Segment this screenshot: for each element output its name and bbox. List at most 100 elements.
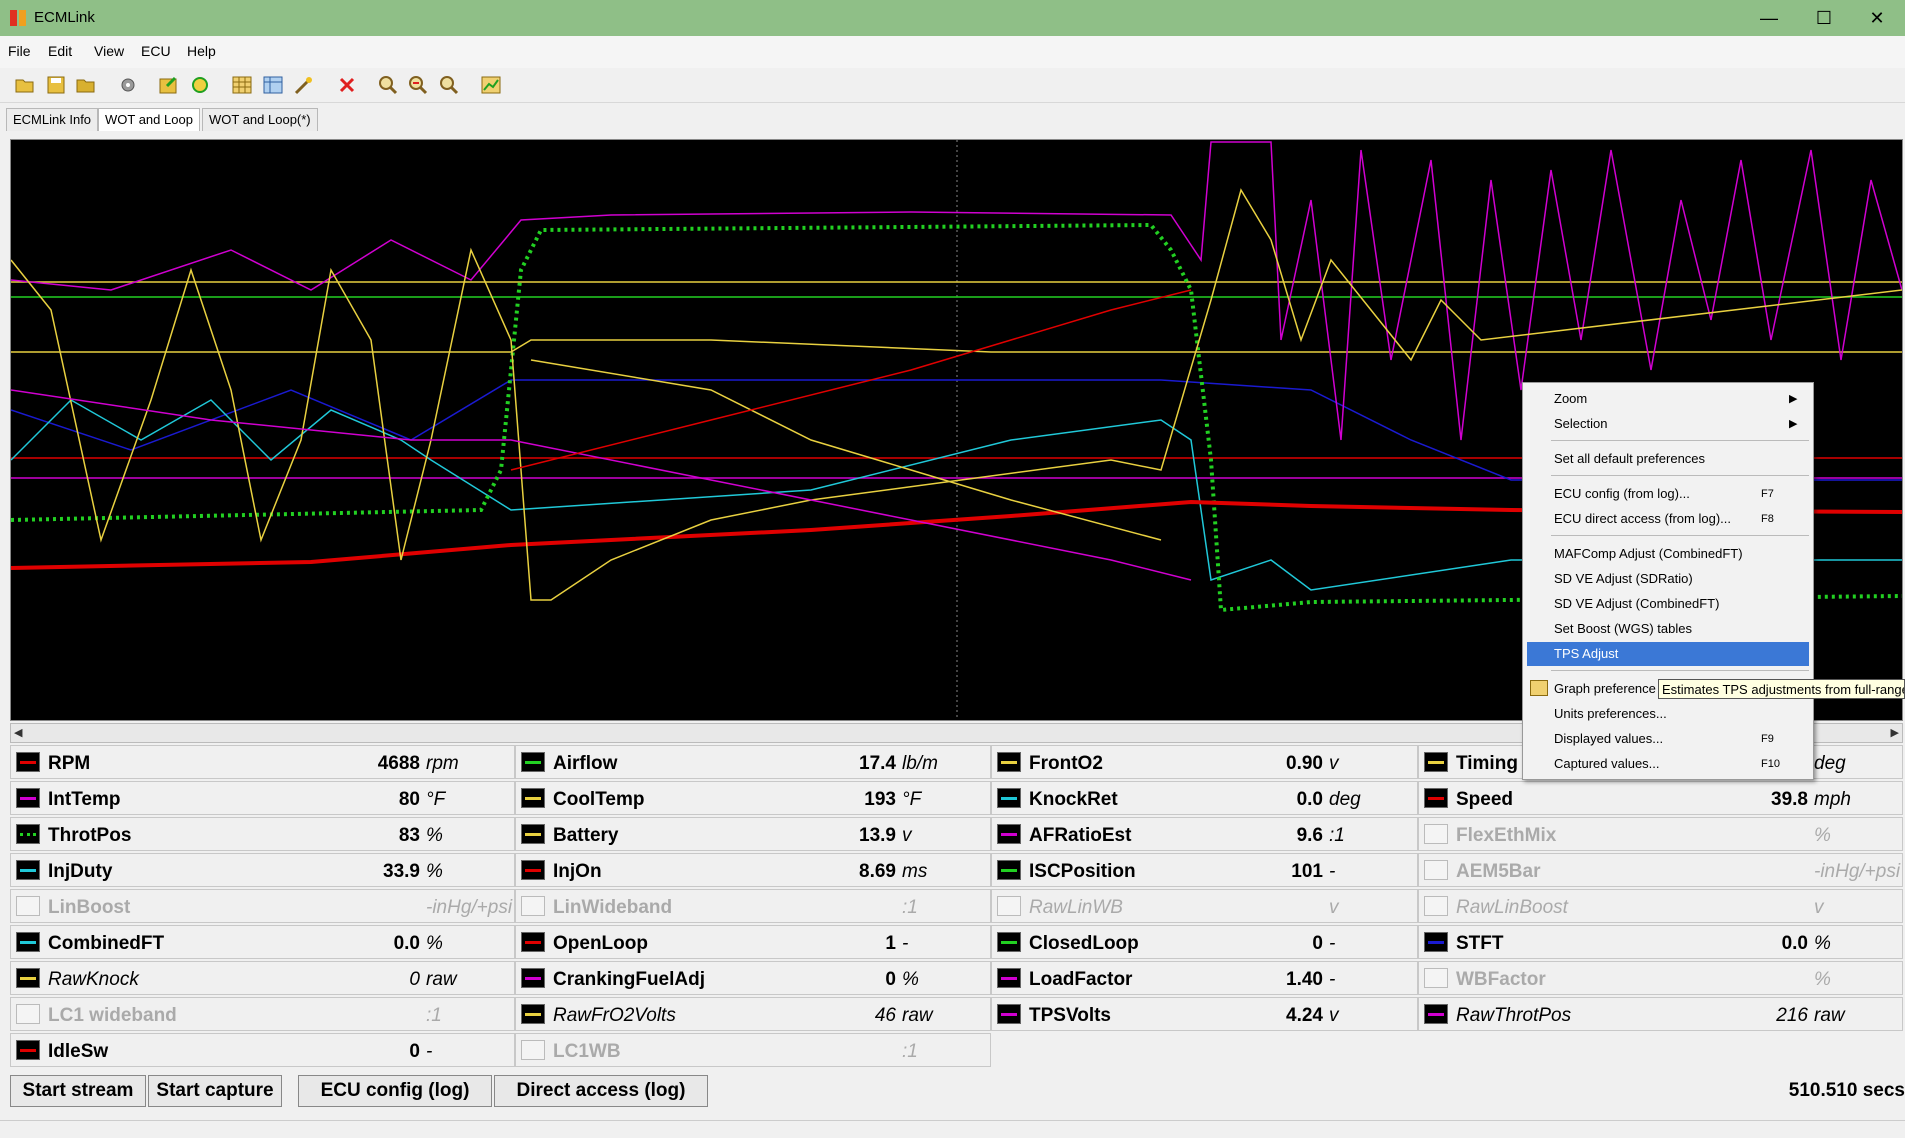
value-cell[interactable]: LC1 wideband:1 (10, 997, 515, 1031)
series-color-swatch[interactable] (997, 896, 1021, 916)
menu-set-boost[interactable]: Set Boost (WGS) tables (1554, 617, 1692, 641)
close-button[interactable]: ✕ (1848, 0, 1905, 36)
map-icon[interactable] (262, 74, 284, 96)
value-cell[interactable]: Speed mph 39.8 (1418, 781, 1903, 815)
export-icon[interactable] (158, 74, 180, 96)
value-cell[interactable]: CombinedFT% 0.0 (10, 925, 515, 959)
series-color-swatch[interactable] (997, 932, 1021, 952)
table-icon[interactable] (231, 74, 253, 96)
ecu-config-log-button[interactable]: ECU config (log) (298, 1075, 492, 1107)
value-cell[interactable]: Battery v 13.9 (515, 817, 991, 851)
menu-tps-adjust[interactable]: TPS Adjust (1554, 642, 1618, 666)
delete-icon[interactable] (336, 74, 358, 96)
menu-units-preferences[interactable]: Units preferences... (1554, 702, 1667, 726)
series-color-swatch[interactable] (16, 1004, 40, 1024)
series-color-swatch[interactable] (1424, 896, 1448, 916)
series-color-swatch[interactable] (997, 824, 1021, 844)
value-cell[interactable]: FlexEthMix% (1418, 817, 1903, 851)
refresh-icon[interactable] (189, 74, 211, 96)
value-cell[interactable]: ISCPosition -101 (991, 853, 1418, 887)
menu-graph-preferences[interactable]: Graph preference (1554, 677, 1656, 701)
value-cell[interactable]: RawLinBoost v (1418, 889, 1903, 923)
value-cell[interactable]: AEM5Bar -inHg/+psi (1418, 853, 1903, 887)
menu-sdve-ratio[interactable]: SD VE Adjust (SDRatio) (1554, 567, 1693, 591)
value-cell[interactable]: IntTemp °F 80 (10, 781, 515, 815)
series-color-swatch[interactable] (1424, 752, 1448, 772)
tab-wot-and-loop[interactable]: WOT and Loop (98, 108, 200, 131)
value-cell[interactable]: ClosedLoop -0 (991, 925, 1418, 959)
value-cell[interactable]: CrankingFuelAdj% 0 (515, 961, 991, 995)
series-color-swatch[interactable] (1424, 1004, 1448, 1024)
wand-icon[interactable] (293, 74, 315, 96)
menu-set-defaults[interactable]: Set all default preferences (1554, 447, 1705, 471)
graph-settings-icon[interactable] (480, 74, 502, 96)
series-color-swatch[interactable] (521, 824, 545, 844)
menu-mafcomp[interactable]: MAFComp Adjust (CombinedFT) (1554, 542, 1743, 566)
zoom-out-icon[interactable] (438, 74, 460, 96)
series-color-swatch[interactable] (1424, 860, 1448, 880)
series-color-swatch[interactable] (16, 824, 40, 844)
value-cell[interactable]: OpenLoop -1 (515, 925, 991, 959)
menu-help[interactable]: Help (187, 43, 216, 59)
series-color-swatch[interactable] (997, 968, 1021, 988)
series-color-swatch[interactable] (521, 788, 545, 808)
value-cell[interactable]: TPSVolts v 4.24 (991, 997, 1418, 1031)
series-color-swatch[interactable] (997, 860, 1021, 880)
menu-captured-values[interactable]: Captured values... (1554, 752, 1660, 776)
series-color-swatch[interactable] (997, 752, 1021, 772)
series-color-swatch[interactable] (1424, 788, 1448, 808)
value-cell[interactable]: LinWideband:1 (515, 889, 991, 923)
tab-wot-and-loop-modified[interactable]: WOT and Loop(*) (202, 108, 318, 131)
value-cell[interactable]: LoadFactor -1.40 (991, 961, 1418, 995)
value-cell[interactable]: InjOn ms 8.69 (515, 853, 991, 887)
value-cell[interactable]: ThrotPos% 83 (10, 817, 515, 851)
series-color-swatch[interactable] (16, 968, 40, 988)
zoom-in-icon[interactable] (407, 74, 429, 96)
series-color-swatch[interactable] (16, 896, 40, 916)
value-cell[interactable]: IdleSw -0 (10, 1033, 515, 1067)
menu-ecu-direct[interactable]: ECU direct access (from log)... (1554, 507, 1731, 531)
value-cell[interactable]: STFT% 0.0 (1418, 925, 1903, 959)
series-color-swatch[interactable] (521, 1004, 545, 1024)
value-cell[interactable]: KnockRet deg 0.0 (991, 781, 1418, 815)
series-color-swatch[interactable] (1424, 932, 1448, 952)
menu-view[interactable]: View (94, 43, 124, 59)
value-cell[interactable]: RawKnock raw 0 (10, 961, 515, 995)
menu-sdve-combined[interactable]: SD VE Adjust (CombinedFT) (1554, 592, 1719, 616)
menu-file[interactable]: File (8, 43, 31, 59)
minimize-button[interactable]: — (1740, 0, 1798, 36)
value-cell[interactable]: InjDuty% 33.9 (10, 853, 515, 887)
save-all-icon[interactable] (75, 74, 97, 96)
menu-zoom[interactable]: Zoom (1554, 387, 1587, 411)
value-cell[interactable]: LC1WB:1 (515, 1033, 991, 1067)
zoom-fit-icon[interactable] (377, 74, 399, 96)
open-icon[interactable] (14, 74, 36, 96)
series-color-swatch[interactable] (521, 932, 545, 952)
scroll-right-icon[interactable]: ▶ (1891, 726, 1899, 739)
series-color-swatch[interactable] (16, 1040, 40, 1060)
series-color-swatch[interactable] (16, 932, 40, 952)
save-icon[interactable] (45, 74, 67, 96)
settings-icon[interactable] (117, 74, 139, 96)
start-stream-button[interactable]: Start stream (10, 1075, 146, 1107)
series-color-swatch[interactable] (16, 860, 40, 880)
series-color-swatch[interactable] (16, 752, 40, 772)
value-cell[interactable]: LinBoost -inHg/+psi (10, 889, 515, 923)
series-color-swatch[interactable] (1424, 824, 1448, 844)
menu-ecu-config[interactable]: ECU config (from log)... (1554, 482, 1690, 506)
menu-edit[interactable]: Edit (48, 43, 72, 59)
series-color-swatch[interactable] (521, 1040, 545, 1060)
series-color-swatch[interactable] (997, 1004, 1021, 1024)
value-cell[interactable]: AFRatioEst:1 9.6 (991, 817, 1418, 851)
series-color-swatch[interactable] (16, 788, 40, 808)
value-cell[interactable]: Airflow lb/m 17.4 (515, 745, 991, 779)
menu-selection[interactable]: Selection (1554, 412, 1607, 436)
value-cell[interactable]: FrontO2 v 0.90 (991, 745, 1418, 779)
series-color-swatch[interactable] (521, 752, 545, 772)
value-cell[interactable]: CoolTemp °F 193 (515, 781, 991, 815)
series-color-swatch[interactable] (521, 896, 545, 916)
value-cell[interactable]: RawThrotPos raw 216 (1418, 997, 1903, 1031)
menu-displayed-values[interactable]: Displayed values... (1554, 727, 1663, 751)
start-capture-button[interactable]: Start capture (148, 1075, 282, 1107)
direct-access-log-button[interactable]: Direct access (log) (494, 1075, 708, 1107)
